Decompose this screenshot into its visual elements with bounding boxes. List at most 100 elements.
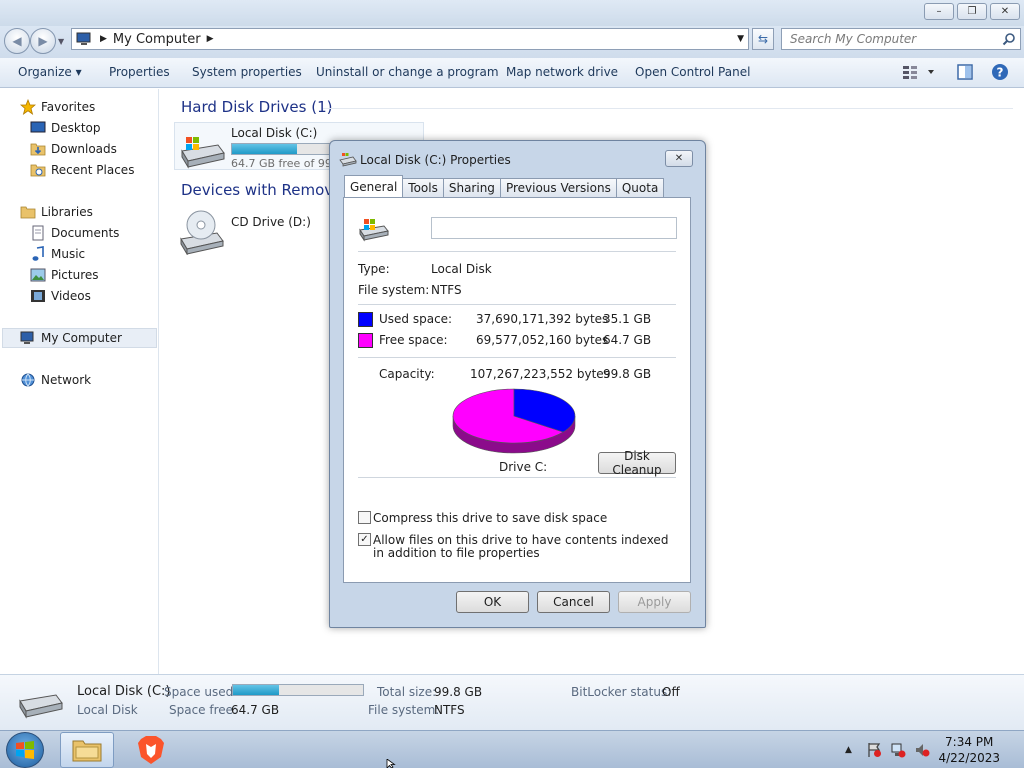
used-space-swatch (358, 312, 373, 327)
nav-favorites[interactable]: Favorites (20, 97, 95, 117)
compress-drive-label[interactable]: Compress this drive to save disk space (373, 512, 683, 525)
breadcrumb-arrow-icon[interactable]: ▶ (207, 34, 214, 44)
drive-item-d[interactable]: CD Drive (D:) (174, 206, 354, 256)
svg-text:?: ? (997, 66, 1004, 80)
index-contents-checkbox[interactable]: ✓ (358, 533, 371, 546)
clock-date: 4/22/2023 (938, 751, 1000, 765)
action-center-icon[interactable] (866, 742, 882, 758)
nav-recent-places[interactable]: Recent Places (30, 160, 134, 180)
command-bar: Organize ▾ Properties System properties … (0, 58, 1024, 88)
forward-button[interactable]: ▶ (30, 28, 56, 54)
cancel-button[interactable]: Cancel (537, 591, 610, 613)
open-control-panel-button[interactable]: Open Control Panel (635, 65, 750, 79)
details-file-system-label: File system: (368, 703, 440, 717)
disk-cleanup-button[interactable]: Disk Cleanup (598, 449, 676, 477)
tab-previous-versions[interactable]: Previous Versions (499, 178, 617, 197)
hard-drive-icon (181, 137, 225, 169)
refresh-button[interactable]: ⇆ (752, 28, 774, 50)
uninstall-program-button[interactable]: Uninstall or change a program (316, 65, 499, 79)
taskbar-clock[interactable]: 7:34 PM 4/22/2023 (938, 734, 1000, 766)
network-icon (20, 372, 36, 388)
nav-desktop[interactable]: Desktop (30, 118, 101, 138)
compress-drive-checkbox[interactable] (358, 511, 371, 524)
disk-usage-pie-chart (452, 388, 576, 454)
system-properties-button[interactable]: System properties (192, 65, 302, 79)
details-total-size-label: Total size: (377, 685, 437, 699)
tab-tools[interactable]: Tools (402, 178, 444, 197)
free-space-bytes: 69,577,052,160 bytes (476, 333, 609, 347)
preview-pane-icon[interactable] (956, 63, 974, 81)
nav-desktop-label: Desktop (51, 121, 101, 135)
nav-downloads[interactable]: Downloads (30, 139, 117, 159)
map-network-drive-button[interactable]: Map network drive (506, 65, 618, 79)
desktop-icon (30, 120, 46, 136)
show-hidden-icons-icon[interactable]: ▲ (845, 745, 852, 755)
downloads-folder-icon (30, 141, 46, 157)
window-titlebar: – ❐ ✕ (0, 0, 1024, 26)
folder-icon (72, 740, 102, 762)
nav-videos[interactable]: Videos (30, 286, 91, 306)
nav-pictures-label: Pictures (51, 268, 99, 282)
nav-pictures[interactable]: Pictures (30, 265, 99, 285)
taskbar-brave[interactable] (124, 732, 178, 768)
recent-pages-dropdown[interactable]: ▼ (58, 37, 64, 46)
address-bar[interactable]: ▶ My Computer ▶ ▼ (71, 28, 749, 50)
minimize-button[interactable]: – (924, 3, 954, 20)
back-button[interactable]: ◀ (4, 28, 30, 54)
nav-recent-places-label: Recent Places (51, 163, 135, 177)
group-header-hard-disks[interactable]: Hard Disk Drives (1) (181, 98, 332, 116)
properties-button[interactable]: Properties (109, 65, 170, 79)
cd-drive-icon (180, 210, 224, 255)
drive-d-name: CD Drive (D:) (231, 215, 311, 229)
documents-icon (30, 225, 46, 241)
tab-quota[interactable]: Quota (615, 178, 665, 197)
drive-letter-label: Drive C: (499, 460, 548, 474)
nav-my-computer[interactable]: My Computer (2, 328, 157, 348)
brave-browser-icon (138, 736, 164, 764)
change-view-icon[interactable] (901, 63, 937, 81)
taskbar-explorer[interactable] (60, 732, 114, 768)
apply-button[interactable]: Apply (618, 591, 691, 613)
details-space-free-label: Space free: (169, 703, 238, 717)
start-button[interactable] (6, 732, 44, 768)
hard-drive-icon (19, 694, 63, 719)
close-button[interactable]: ✕ (990, 3, 1020, 20)
tab-sharing[interactable]: Sharing (442, 178, 501, 197)
ok-button[interactable]: OK (456, 591, 529, 613)
used-space-label: Used space: (379, 312, 453, 326)
type-value: Local Disk (431, 262, 492, 276)
general-tab-panel: Type: Local Disk File system: NTFS Used … (343, 197, 691, 583)
navigation-pane: Favorites Desktop Downloads Recent Place… (0, 89, 159, 674)
computer-icon (20, 330, 36, 346)
file-system-value: NTFS (431, 283, 462, 297)
star-icon (20, 99, 36, 115)
volume-muted-icon[interactable] (914, 742, 930, 758)
details-bitlocker-label: BitLocker status: (571, 685, 672, 699)
details-bitlocker-value: Off (662, 685, 680, 699)
details-drive-type: Local Disk (77, 703, 138, 717)
properties-dialog: Local Disk (C:) Properties ✕ General Too… (329, 140, 706, 628)
tab-general[interactable]: General (344, 175, 404, 197)
network-status-icon[interactable] (890, 742, 906, 758)
divider (358, 304, 676, 305)
drive-label-input[interactable] (431, 217, 677, 239)
dialog-close-button[interactable]: ✕ (665, 150, 693, 167)
nav-libraries[interactable]: Libraries (20, 202, 93, 222)
nav-documents[interactable]: Documents (30, 223, 119, 243)
nav-music[interactable]: Music (30, 244, 85, 264)
divider (358, 357, 676, 358)
restore-button[interactable]: ❐ (957, 3, 987, 20)
search-input[interactable]: Search My Computer (781, 28, 1021, 50)
index-contents-label[interactable]: Allow files on this drive to have conten… (373, 534, 683, 560)
address-dropdown-icon[interactable]: ▼ (737, 34, 744, 44)
details-total-size-value: 99.8 GB (434, 685, 483, 699)
help-icon[interactable]: ? (991, 63, 1009, 81)
breadcrumb-arrow-icon[interactable]: ▶ (100, 34, 107, 44)
free-space-swatch (358, 333, 373, 348)
hard-drive-icon (359, 219, 389, 242)
nav-libraries-label: Libraries (41, 205, 93, 219)
organize-menu[interactable]: Organize ▾ (18, 65, 82, 79)
nav-network[interactable]: Network (20, 370, 91, 390)
search-icon[interactable] (1002, 32, 1016, 46)
breadcrumb-location[interactable]: My Computer (113, 32, 201, 47)
